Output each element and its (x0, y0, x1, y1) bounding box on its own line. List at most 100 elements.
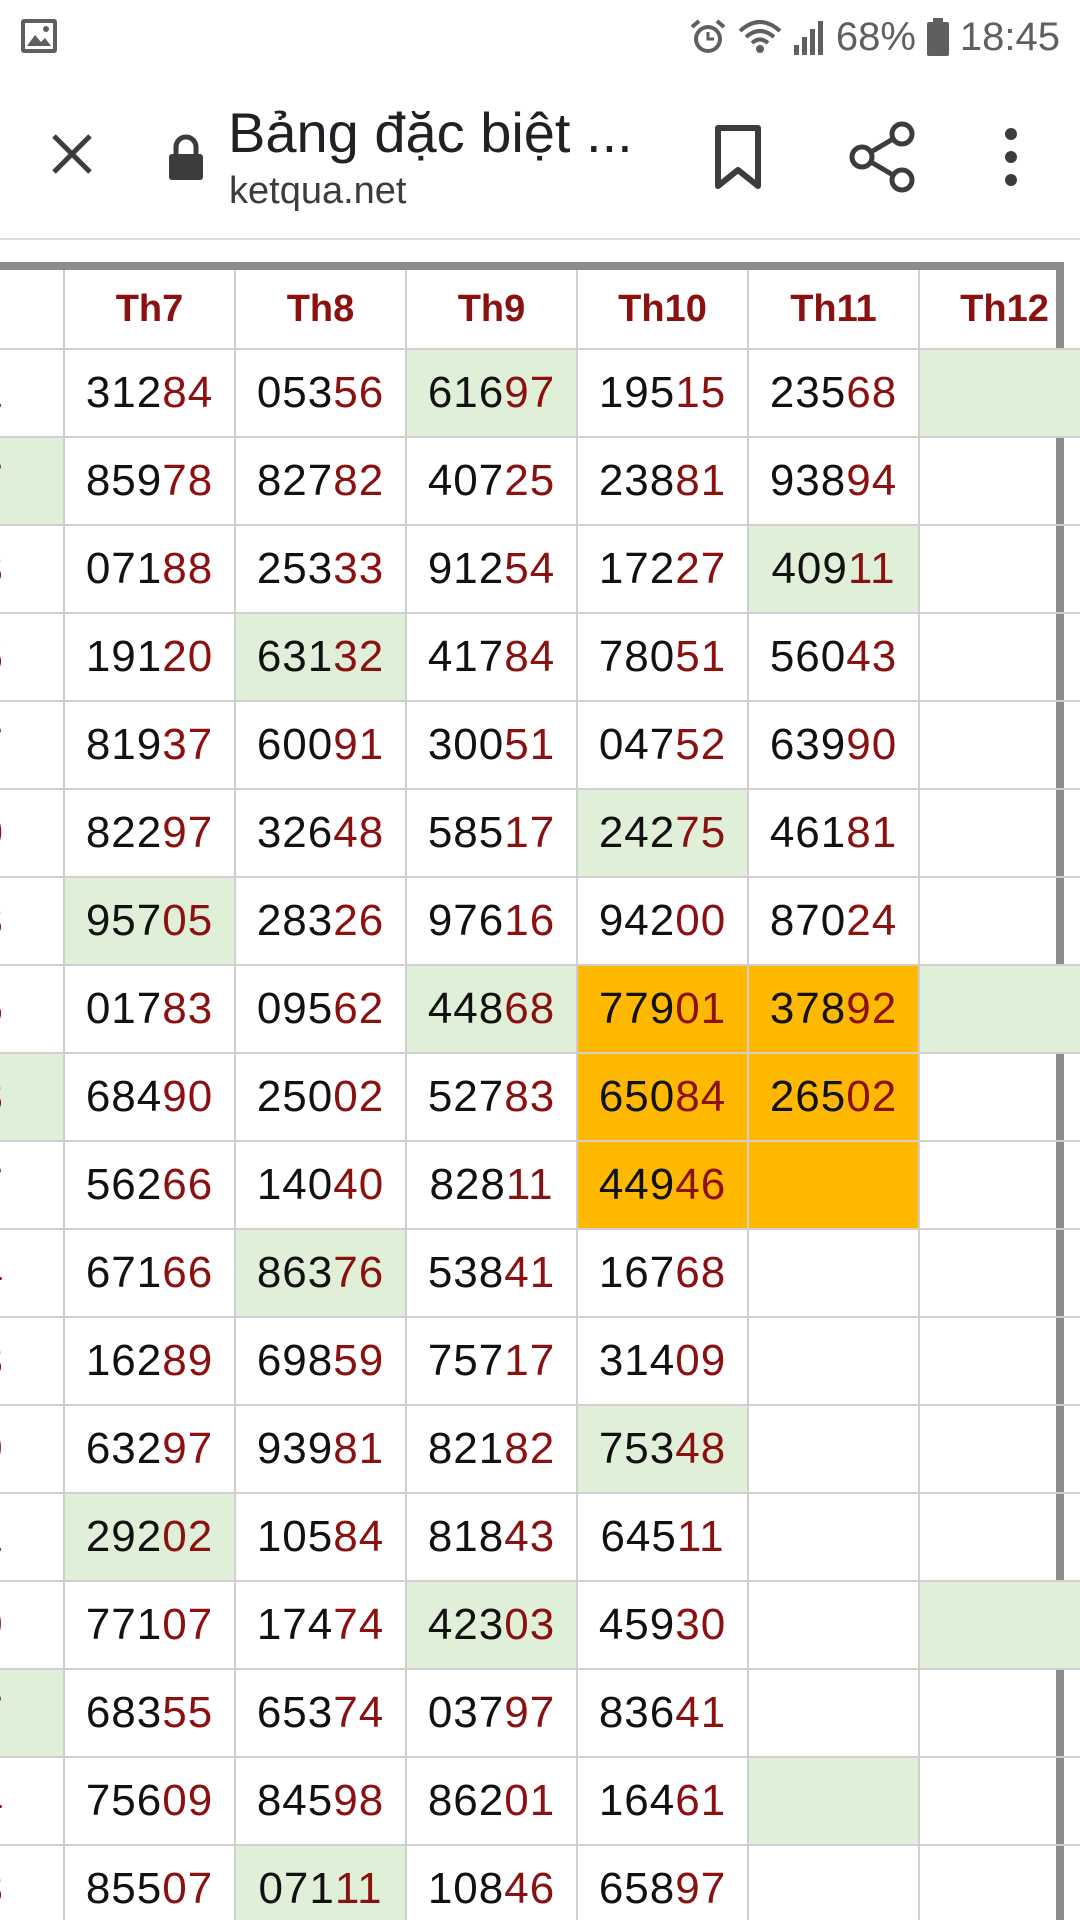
table-cell: 779 01 (578, 966, 749, 1054)
table-cell: 73 (0, 526, 65, 614)
table-cell: 423 03 (407, 1582, 578, 1670)
table-cell: 683 55 (65, 1670, 236, 1758)
table-cell (749, 1406, 920, 1494)
table-cell (920, 702, 1080, 790)
table-cell: 938 94 (749, 438, 920, 526)
table-cell: 97 (0, 1142, 65, 1230)
table-cell: 560 43 (749, 614, 920, 702)
table-cell: 195 15 (578, 350, 749, 438)
table-cell: 585 17 (407, 790, 578, 878)
table-cell: 836 41 (578, 1670, 749, 1758)
table-cell: 57 (0, 438, 65, 526)
table-cell (749, 1846, 920, 1920)
close-icon (52, 134, 92, 174)
table-cell (920, 1406, 1080, 1494)
table-cell (749, 1142, 920, 1230)
table-cell: 105 84 (236, 1494, 407, 1582)
table-cell: 942 00 (578, 878, 749, 966)
table-cell: 409 11 (749, 526, 920, 614)
table-cell: 527 83 (407, 1054, 578, 1142)
column-header: Th8 (236, 270, 407, 350)
table-cell: 650 84 (578, 1054, 749, 1142)
table-cell: 698 59 (236, 1318, 407, 1406)
table-cell: 855 07 (65, 1846, 236, 1920)
table-cell: 053 56 (236, 350, 407, 438)
table-cell (920, 1758, 1080, 1846)
table-cell: 91 (0, 350, 65, 438)
table-cell: 14 (0, 1230, 65, 1318)
table-cell: 108 46 (407, 1846, 578, 1920)
more-icon[interactable] (990, 122, 1032, 192)
table-cell: 684 90 (65, 1054, 236, 1142)
table-cell: 822 97 (65, 790, 236, 878)
table-cell: 912 54 (407, 526, 578, 614)
table-cell: 75 (0, 966, 65, 1054)
table-cell: 461 81 (749, 790, 920, 878)
table-cell (920, 790, 1080, 878)
battery-icon (926, 18, 949, 56)
table-cell (920, 438, 1080, 526)
table-cell (920, 966, 1080, 1054)
table-cell (749, 1582, 920, 1670)
status-bar: 68% 18:45 (0, 0, 1080, 74)
lock-icon (169, 134, 203, 180)
table-cell: 235 68 (749, 350, 920, 438)
table-cell: 653 74 (236, 1670, 407, 1758)
table-cell: 828 11 (407, 1142, 578, 1230)
table-cell: 845 98 (236, 1758, 407, 1846)
table-cell: 09 (0, 1582, 65, 1670)
table-cell: 671 66 (65, 1230, 236, 1318)
table-cell: 071 11 (236, 1846, 407, 1920)
table-cell: 047 52 (578, 702, 749, 790)
table-cell: 449 46 (578, 1142, 749, 1230)
table-cell (920, 878, 1080, 966)
table-cell: 01 (0, 1494, 65, 1582)
table-cell: 98 (0, 1846, 65, 1920)
table-cell: 870 24 (749, 878, 920, 966)
table-cell: 312 84 (65, 350, 236, 438)
table-cell: 74 (0, 1758, 65, 1846)
share-icon[interactable] (848, 120, 918, 194)
table-cell (749, 1318, 920, 1406)
table-cell: 174 74 (236, 1582, 407, 1670)
table-cell: 283 26 (236, 878, 407, 966)
table-cell: 017 83 (65, 966, 236, 1054)
table-cell: 757 17 (407, 1318, 578, 1406)
table-cell: 162 89 (65, 1318, 236, 1406)
table-cell: 77 (0, 1670, 65, 1758)
table-cell (920, 1054, 1080, 1142)
bookmark-icon[interactable] (706, 122, 770, 192)
table-cell (920, 1318, 1080, 1406)
clock: 18:45 (959, 14, 1060, 59)
table-cell: 976 16 (407, 878, 578, 966)
gallery-icon (21, 19, 57, 53)
table-cell: 265 02 (749, 1054, 920, 1142)
table-cell: 73 (0, 878, 65, 966)
table-cell: 98 (0, 1318, 65, 1406)
table-cell: 538 41 (407, 1230, 578, 1318)
table-cell: 819 37 (65, 702, 236, 790)
table-cell (920, 350, 1080, 438)
special-prize-table[interactable]: 6Th7Th8Th9Th10Th11Th12913128405356616971… (0, 262, 1080, 1920)
page-title: Bảng đặc biệt ... (228, 101, 633, 164)
table-cell (920, 614, 1080, 702)
table-cell: 417 84 (407, 614, 578, 702)
table-cell: 753 48 (578, 1406, 749, 1494)
table-cell: 459 30 (578, 1582, 749, 1670)
table-cell: 631 32 (236, 614, 407, 702)
table-cell: 300 51 (407, 702, 578, 790)
table-cell: 242 75 (578, 790, 749, 878)
table-cell (749, 1670, 920, 1758)
signal-icon (793, 21, 823, 55)
table-cell: 600 91 (236, 702, 407, 790)
table-cell (749, 1758, 920, 1846)
table-cell (920, 1494, 1080, 1582)
table-cell: 771 07 (65, 1582, 236, 1670)
table-cell: 326 48 (236, 790, 407, 878)
table-cell: 071 88 (65, 526, 236, 614)
table-cell: 407 25 (407, 438, 578, 526)
table-cell: 250 02 (236, 1054, 407, 1142)
table-cell (749, 1230, 920, 1318)
close-button[interactable] (40, 122, 104, 186)
table-cell: 314 09 (578, 1318, 749, 1406)
